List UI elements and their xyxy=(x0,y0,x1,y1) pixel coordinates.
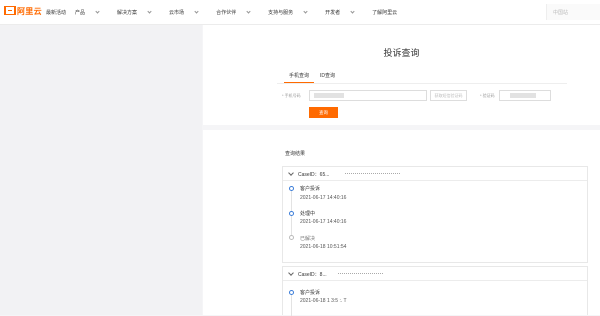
masked-case-id xyxy=(338,273,383,276)
chevron-down-icon xyxy=(194,8,199,14)
site-switcher[interactable]: 中国站 xyxy=(546,4,600,20)
nav-link-products[interactable]: 产品 xyxy=(75,8,108,16)
tab-phone-query[interactable]: 手机查询 xyxy=(289,72,309,79)
case-header[interactable]: CaseID：65... xyxy=(283,167,587,181)
aliyun-logo[interactable]: 阿里云 xyxy=(4,6,42,17)
nav-link-marketplace[interactable]: 云市场 xyxy=(169,8,207,16)
nav-link-label: 产品 xyxy=(75,9,86,16)
masked-code-value xyxy=(510,93,536,98)
tab-id-query[interactable]: ID查询 xyxy=(320,72,335,79)
case-id: CaseID：65... xyxy=(298,172,330,178)
page-title: 投诉查询 xyxy=(383,48,420,58)
logo-icon xyxy=(4,6,16,15)
active-tab-indicator xyxy=(284,82,314,83)
nav-link-label: 解决方案 xyxy=(117,9,138,16)
top-navbar: 阿里云 最新活动 产品 解决方案 云市场 合作伙伴 支持与服务 开发者 了解阿里… xyxy=(0,0,600,25)
chevron-down-icon xyxy=(246,8,251,14)
query-panel: 投诉查询 xyxy=(203,25,600,125)
masked-case-id xyxy=(345,173,400,176)
chevron-down-icon xyxy=(147,8,152,14)
timeline-dot xyxy=(289,235,294,240)
event-status: 客户投诉 xyxy=(300,186,321,192)
chevron-down-icon xyxy=(288,270,294,276)
event-time: 2021-06-18 1 3:5 :. T xyxy=(300,298,347,304)
tabs-divider xyxy=(277,83,567,84)
left-pane xyxy=(0,25,202,315)
nav-link-developers[interactable]: 开发者 xyxy=(325,8,363,16)
phone-input[interactable] xyxy=(309,90,427,101)
event-status: 客户投诉 xyxy=(300,290,321,296)
case-header[interactable]: CaseID：8... xyxy=(283,267,587,281)
logo-text: 阿里云 xyxy=(17,7,42,16)
case-card: CaseID：65... 客户投诉 2021-06-17 14:40:16 处理… xyxy=(282,166,588,263)
chevron-down-icon xyxy=(288,170,294,176)
query-button[interactable]: 查询 xyxy=(309,107,338,118)
nav-link-support[interactable]: 支持与服务 xyxy=(268,8,316,16)
code-label: * 验证码 xyxy=(480,93,495,98)
nav-link-activities[interactable]: 最新活动 xyxy=(46,9,66,16)
timeline-dot xyxy=(289,211,294,216)
get-sms-code-button[interactable]: 获取短信验证码 xyxy=(430,90,467,101)
results-title: 查询结果 xyxy=(285,151,306,157)
nav-link-label: 支持与服务 xyxy=(268,9,294,16)
site-switcher-label: 中国站 xyxy=(553,10,569,16)
event-time: 2021-06-18 10:51:54 xyxy=(300,244,347,250)
verification-code-input[interactable] xyxy=(499,90,551,101)
timeline-line xyxy=(291,293,292,316)
nav-link-label: 云市场 xyxy=(169,9,185,16)
event-status: 已解决 xyxy=(300,236,316,242)
nav-links: 最新活动 产品 解决方案 云市场 合作伙伴 支持与服务 开发者 了解阿里云 xyxy=(46,0,406,24)
phone-label: * 手机号码 xyxy=(282,93,301,98)
nav-link-label: 合作伙伴 xyxy=(216,9,237,16)
nav-link-about[interactable]: 了解阿里云 xyxy=(372,9,397,16)
event-time: 2021-06-17 14:40:16 xyxy=(300,219,347,225)
event-status: 处理中 xyxy=(300,211,316,217)
timeline-dot xyxy=(289,290,294,295)
chevron-down-icon xyxy=(95,8,100,14)
event-time: 2021-06-17 14:40:16 xyxy=(300,195,347,201)
masked-phone-value xyxy=(314,93,344,98)
nav-link-label: 开发者 xyxy=(325,9,341,16)
chevron-down-icon xyxy=(303,8,308,14)
chevron-down-icon xyxy=(350,8,355,14)
timeline-dot xyxy=(289,186,294,191)
nav-link-partners[interactable]: 合作伙伴 xyxy=(216,8,259,16)
case-card: CaseID：8... 客户投诉 2021-06-18 1 3:5 :. T xyxy=(282,266,588,316)
nav-link-solutions[interactable]: 解决方案 xyxy=(117,8,160,16)
case-id: CaseID：8... xyxy=(298,272,327,278)
